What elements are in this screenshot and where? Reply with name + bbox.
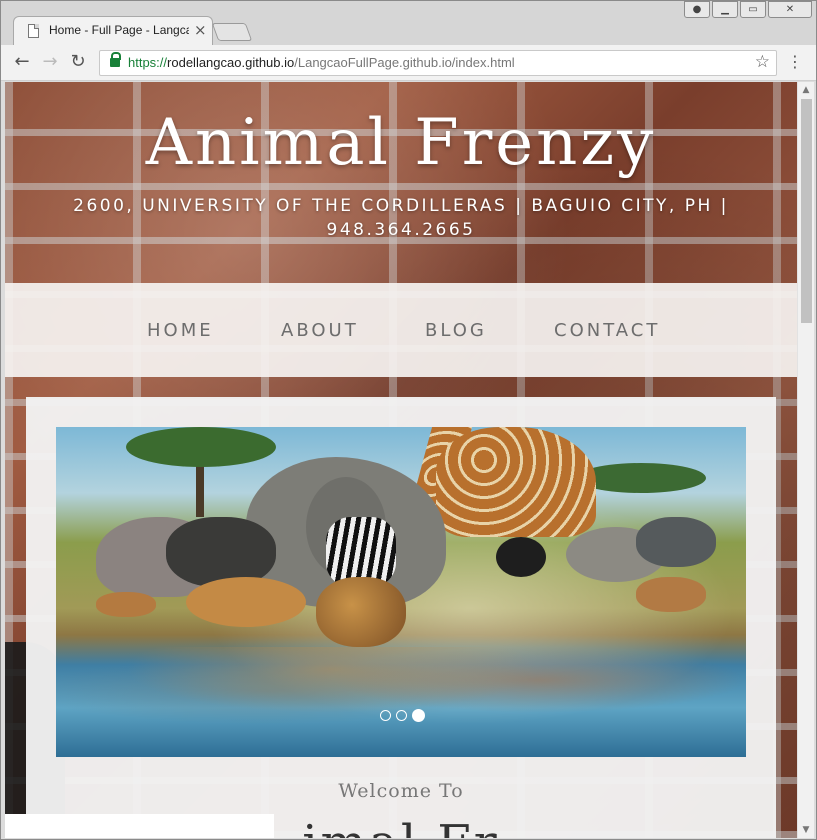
browser-window: Home - Full Page - LangcaoFullPage × ● ▁… xyxy=(0,0,817,840)
impala xyxy=(96,592,156,617)
scroll-thumb[interactable] xyxy=(801,99,812,323)
main-nav: HOME ABOUT BLOG CONTACT xyxy=(5,283,797,377)
reload-icon[interactable]: ↻ xyxy=(67,51,89,73)
lock-icon xyxy=(110,52,121,67)
vertical-scrollbar[interactable]: ▲ ▼ xyxy=(797,82,814,838)
slider-dot-3[interactable] xyxy=(412,709,425,722)
welcome-text: Welcome To xyxy=(338,780,464,802)
image-slider[interactable] xyxy=(56,427,746,757)
nav-blog[interactable]: BLOG xyxy=(425,320,487,341)
new-tab-button[interactable] xyxy=(211,23,253,41)
slider-dot-2[interactable] xyxy=(396,710,407,721)
address-bar[interactable]: https://rodellangcao.github.io/LangcaoFu… xyxy=(99,50,777,76)
buffalo xyxy=(166,517,276,587)
nav-home[interactable]: HOME xyxy=(147,320,214,341)
page-footer-strip xyxy=(5,814,274,838)
lion xyxy=(316,577,406,647)
menu-icon[interactable]: ⋮ xyxy=(787,51,803,73)
site-title: Animal Frenzy xyxy=(145,106,657,180)
gazelle xyxy=(636,577,706,612)
slider-dots xyxy=(380,709,425,722)
close-tab-icon[interactable]: × xyxy=(194,21,207,39)
acacia-tree xyxy=(126,427,276,467)
nav-contact[interactable]: CONTACT xyxy=(554,320,660,341)
page-viewport: Animal Frenzy 2600, UNIVERSITY OF THE CO… xyxy=(5,82,797,838)
title-bar: Home - Full Page - LangcaoFullPage × ● ▁… xyxy=(1,1,816,46)
maximize-button[interactable]: ▭ xyxy=(740,1,766,18)
wildebeest xyxy=(636,517,716,567)
close-window-button[interactable]: ✕ xyxy=(768,1,812,18)
ostrich xyxy=(496,537,546,577)
lioness xyxy=(186,577,306,627)
site-header: Animal Frenzy 2600, UNIVERSITY OF THE CO… xyxy=(5,82,797,282)
browser-toolbar: ← → ↻ https://rodellangcao.github.io/Lan… xyxy=(1,45,816,81)
water-reflection xyxy=(56,647,746,757)
url-text[interactable]: https://rodellangcao.github.io/LangcaoFu… xyxy=(128,55,515,70)
minimize-button[interactable]: ▁ xyxy=(712,1,738,18)
slider-dot-1[interactable] xyxy=(380,710,391,721)
page-icon xyxy=(28,24,39,38)
window-controls: ● ▁ ▭ ✕ xyxy=(684,1,812,19)
back-icon[interactable]: ← xyxy=(11,51,33,73)
forward-icon[interactable]: → xyxy=(39,51,61,73)
scroll-down-icon[interactable]: ▼ xyxy=(798,822,814,838)
bookmark-star-icon[interactable]: ☆ xyxy=(755,52,770,72)
site-address: 2600, UNIVERSITY OF THE CORDILLERAS | BA… xyxy=(73,196,729,240)
tab-title: Home - Full Page - LangcaoFullPage xyxy=(49,23,189,37)
giraffe xyxy=(436,427,596,537)
content-box: Welcome To imal Fr xyxy=(26,397,776,838)
nav-about[interactable]: ABOUT xyxy=(281,320,359,341)
scroll-up-icon[interactable]: ▲ xyxy=(798,82,814,98)
user-icon[interactable]: ● xyxy=(684,1,710,18)
tab-home[interactable]: Home - Full Page - LangcaoFullPage × xyxy=(13,16,213,46)
